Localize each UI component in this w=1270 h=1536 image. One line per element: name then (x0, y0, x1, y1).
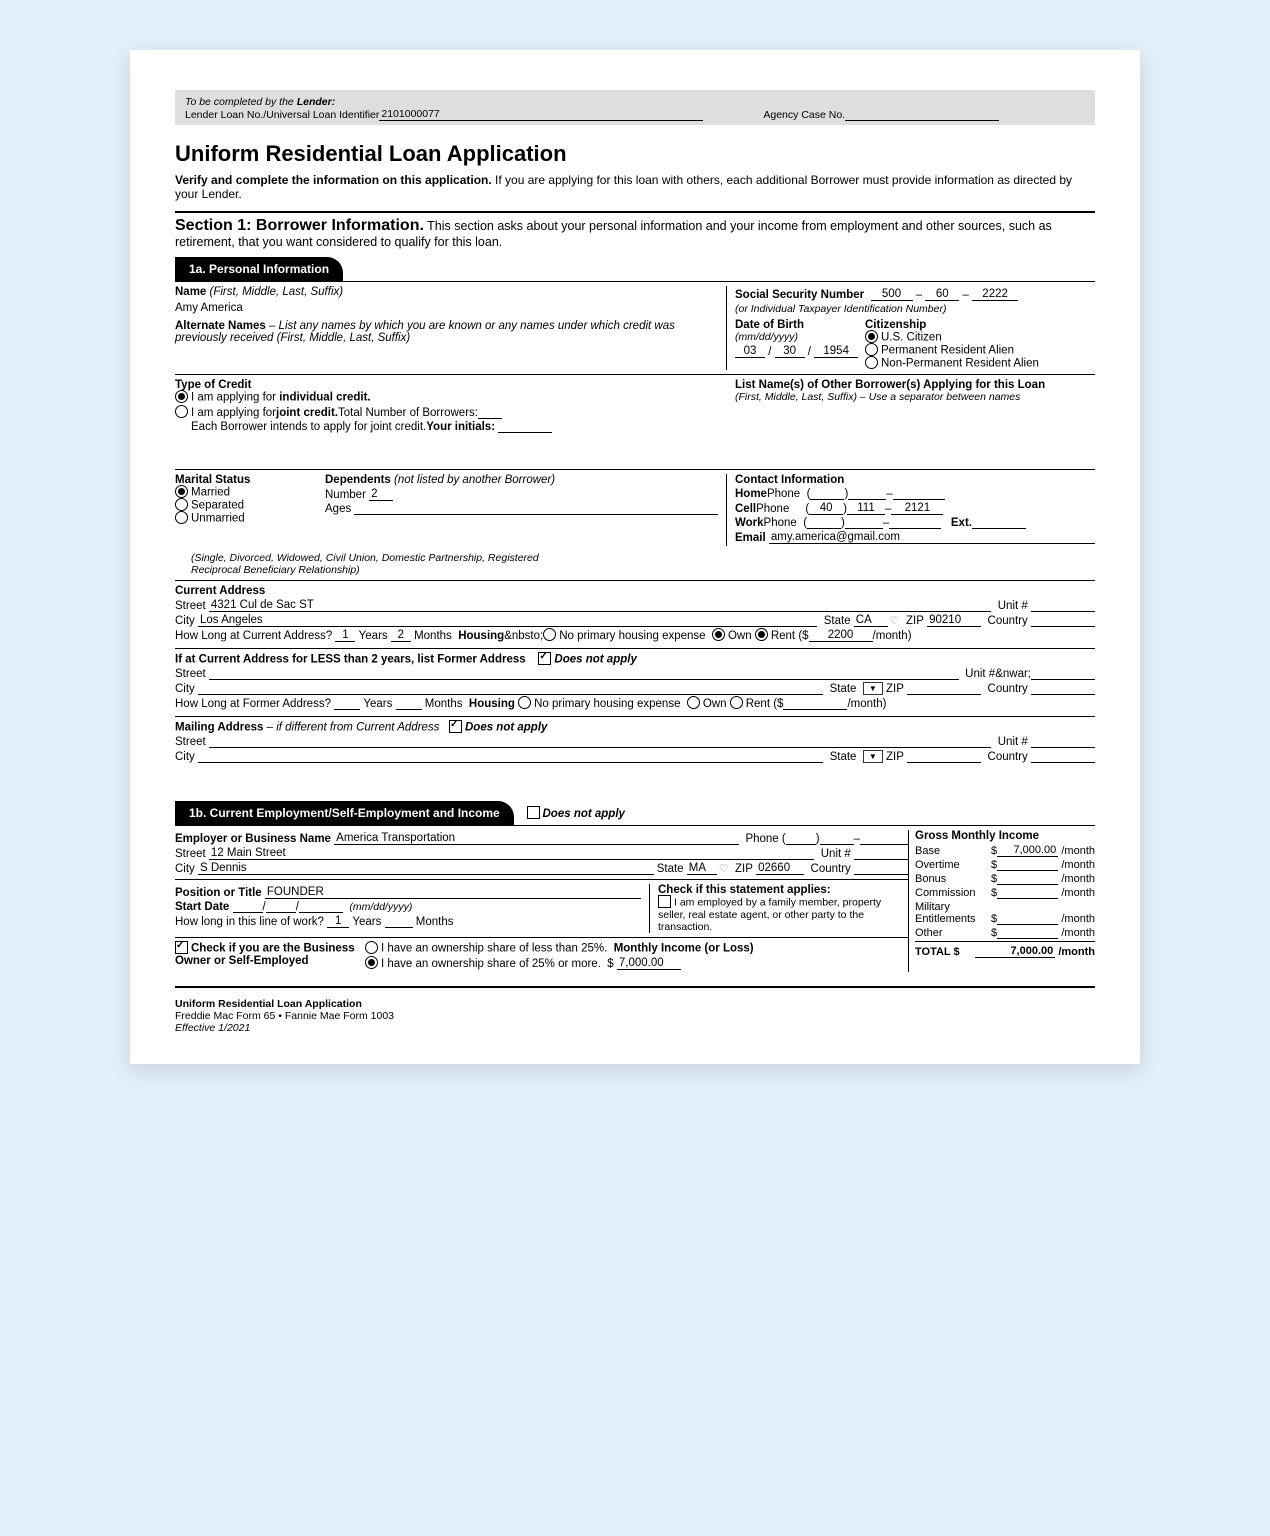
checkbox-icon[interactable] (658, 895, 671, 908)
cur-state[interactable]: CA (854, 614, 888, 627)
dropdown-icon[interactable]: ▼ (863, 682, 883, 695)
dropdown-icon[interactable]: ♡ (719, 862, 729, 875)
dropdown-icon[interactable]: ♡ (890, 614, 900, 627)
dependents-label: Dependents (325, 474, 391, 486)
tab-1a: 1a. Personal Information (175, 257, 343, 281)
radio-icon[interactable] (712, 628, 725, 641)
radio-icon (175, 498, 188, 511)
altname-label: Alternate Names (175, 320, 266, 332)
checkbox-icon[interactable] (175, 941, 188, 954)
tab-1b: 1b. Current Employment/Self-Employment a… (175, 801, 514, 825)
marital-fine: (Single, Divorced, Widowed, Civil Union,… (191, 552, 591, 576)
radio-icon (865, 343, 878, 356)
radio-icon (175, 511, 188, 524)
form-page: To be completed by the Lender: Lender Lo… (130, 50, 1140, 1064)
radio-icon (175, 405, 188, 418)
cell-num[interactable]: 2121 (891, 502, 943, 515)
personal-info-row1: Name (First, Middle, Last, Suffix) Amy A… (175, 281, 1095, 374)
employer-name[interactable]: America Transportation (334, 832, 739, 845)
lender-instruction: To be completed by the Lender: (185, 96, 1085, 108)
cur-zip[interactable]: 90210 (927, 614, 981, 627)
name-value[interactable]: Amy America (175, 302, 718, 314)
name-label: Name (175, 286, 206, 298)
credit-row: Type of Credit I am applying for individ… (175, 374, 1095, 439)
radio-icon (175, 390, 188, 403)
loan-no-label: Lender Loan No./Universal Loan Identifie… (185, 109, 379, 121)
unmarried[interactable]: Unmarried (175, 512, 325, 525)
cit-us[interactable]: U.S. Citizen (865, 331, 1039, 344)
dob-y[interactable]: 1954 (814, 345, 858, 358)
form-intro: Verify and complete the information on t… (175, 173, 1095, 201)
income-total[interactable]: 7,000.00 (975, 945, 1055, 958)
section-1-header: Section 1: Borrower Information. This se… (175, 217, 1095, 249)
dependents-ages[interactable] (354, 514, 718, 515)
mailing-address: Mailing Address – if different from Curr… (175, 716, 1095, 769)
emp-street[interactable]: 12 Main Street (209, 847, 814, 860)
marital-label: Marital Status (175, 474, 325, 486)
separated[interactable]: Separated (175, 499, 325, 512)
radio-icon[interactable] (687, 696, 700, 709)
credit-joint[interactable]: I am applying for joint credit. Total Nu… (175, 406, 735, 419)
cit-pra[interactable]: Permanent Resident Alien (865, 344, 1039, 357)
income-base[interactable]: 7,000.00 (997, 844, 1058, 857)
ssn-2[interactable]: 60 (925, 288, 959, 301)
emp-zip[interactable]: 02660 (756, 862, 804, 875)
cur-street[interactable]: 4321 Cul de Sac ST (209, 599, 991, 612)
dependents-num[interactable]: 2 (369, 488, 393, 501)
ssn-label: Social Security Number (735, 289, 864, 301)
marital-contact-row: Marital Status Married Separated Unmarri… (175, 469, 1095, 550)
credit-type-label: Type of Credit (175, 379, 735, 391)
monthly-income[interactable]: 7,000.00 (617, 957, 681, 970)
checkbox-icon[interactable] (449, 720, 462, 733)
divider (175, 211, 1095, 213)
radio-icon (865, 330, 878, 343)
radio-icon (865, 356, 878, 369)
loan-no-value[interactable]: 2101000077 (379, 108, 703, 121)
lender-box: To be completed by the Lender: Lender Lo… (175, 90, 1095, 125)
footer: Uniform Residential Loan Application Fre… (175, 998, 1095, 1034)
former-address: If at Current Address for LESS than 2 ye… (175, 648, 1095, 716)
radio-icon[interactable] (518, 696, 531, 709)
contact-label: Contact Information (735, 474, 1095, 486)
initials[interactable] (498, 432, 552, 433)
emp-city[interactable]: S Dennis (198, 862, 653, 875)
rent-amount[interactable]: 2200 (809, 629, 873, 642)
radio-icon[interactable] (730, 696, 743, 709)
credit-individual[interactable]: I am applying for individual credit. (175, 391, 735, 404)
other-borrowers-label: List Name(s) of Other Borrower(s) Applyi… (735, 379, 1095, 391)
dob-label: Date of Birth (735, 319, 865, 331)
radio-icon[interactable] (755, 628, 768, 641)
current-address: Current Address Street 4321 Cul de Sac S… (175, 580, 1095, 648)
email[interactable]: amy.america@gmail.com (769, 531, 1095, 544)
radio-icon (175, 485, 188, 498)
dob-d[interactable]: 30 (775, 345, 805, 358)
agency-case-label: Agency Case No. (763, 109, 845, 121)
share-lt25[interactable]: I have an ownership share of less than 2… (365, 942, 908, 955)
dropdown-icon[interactable]: ▼ (863, 750, 883, 763)
ssn-1[interactable]: 500 (871, 288, 913, 301)
radio-icon (365, 956, 378, 969)
cell-pre[interactable]: 111 (847, 502, 885, 515)
married[interactable]: Married (175, 486, 325, 499)
cell-area[interactable]: 40 (809, 502, 843, 515)
radio-icon[interactable] (543, 628, 556, 641)
checkbox-icon[interactable] (527, 806, 540, 819)
employment-block: Employer or Business Name America Transp… (175, 825, 1095, 976)
tab1b-row: 1b. Current Employment/Self-Employment a… (175, 793, 1095, 825)
divider (175, 986, 1095, 988)
agency-case-value[interactable] (845, 120, 999, 121)
position[interactable]: FOUNDER (265, 886, 641, 899)
emp-state[interactable]: MA (687, 862, 717, 875)
checkbox-icon[interactable] (538, 652, 551, 665)
share-ge25[interactable]: I have an ownership share of 25% or more… (365, 957, 908, 970)
dob-m[interactable]: 03 (735, 345, 765, 358)
gross-income: Gross Monthly Income Base$7,000.00 /mont… (908, 830, 1095, 972)
form-title: Uniform Residential Loan Application (175, 141, 1095, 167)
citizenship-label: Citizenship (865, 319, 1039, 331)
cur-city[interactable]: Los Angeles (198, 614, 817, 627)
cit-npra[interactable]: Non-Permanent Resident Alien (865, 357, 1039, 370)
radio-icon (365, 941, 378, 954)
ssn-3[interactable]: 2222 (972, 288, 1018, 301)
